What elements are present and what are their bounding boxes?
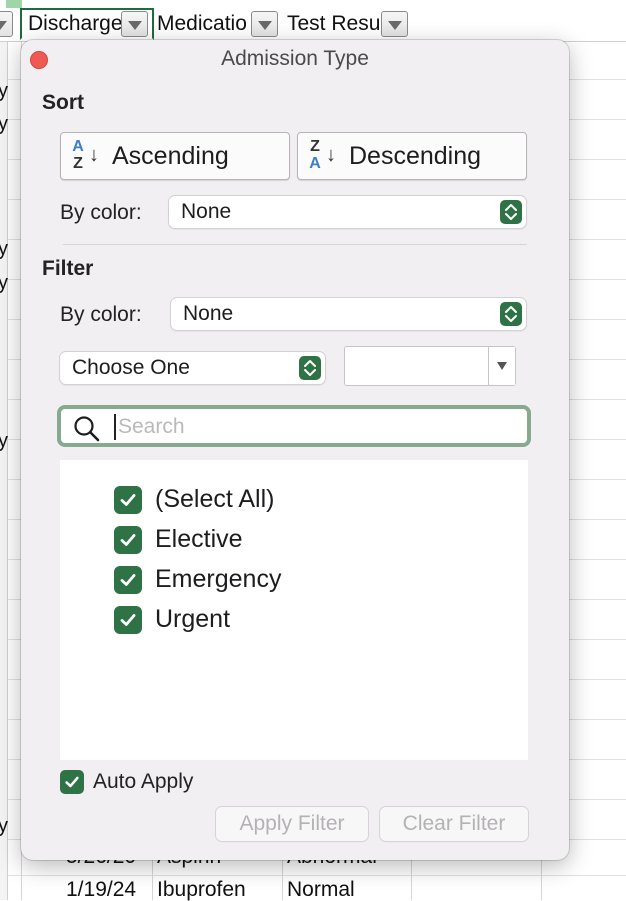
list-item-label: (Select All) (155, 485, 275, 513)
sort-descending-label: Descending (349, 141, 482, 170)
clear-filter-button[interactable]: Clear Filter (380, 807, 528, 841)
sort-by-color-value: None (181, 200, 232, 223)
sort-ascending-icon: A Z ↓ (72, 138, 99, 172)
search-input[interactable] (114, 414, 514, 440)
list-item-label: Elective (155, 525, 243, 553)
cell-fragment: y (0, 238, 8, 260)
filter-by-color-value: None (183, 302, 234, 325)
popover-title: Admission Type (221, 47, 369, 70)
checkbox-checked-icon[interactable] (60, 770, 84, 794)
apply-filter-button[interactable]: Apply Filter (216, 807, 368, 841)
search-icon (74, 416, 100, 442)
list-item-elective[interactable]: Elective (114, 525, 243, 554)
filter-section-label: Filter (42, 257, 94, 280)
table-cell[interactable]: Normal (287, 879, 355, 901)
chevron-down-icon[interactable] (488, 347, 515, 385)
sort-ascending-label: Ascending (112, 141, 229, 170)
auto-apply-checkbox[interactable]: Auto Apply (60, 770, 193, 794)
filter-by-color-label: By color: (60, 303, 142, 326)
section-divider (63, 244, 527, 245)
filter-dropdown-button[interactable] (121, 11, 148, 37)
list-item-urgent[interactable]: Urgent (114, 605, 230, 634)
list-item-emergency[interactable]: Emergency (114, 565, 281, 594)
condition-value-combobox[interactable] (344, 346, 516, 386)
filter-values-list: (Select All) Elective Emergency Urgent (60, 460, 528, 760)
column-header-medication[interactable]: Medicatio (151, 8, 251, 40)
search-field[interactable] (57, 405, 531, 447)
table-cell[interactable]: Ibuprofen (157, 879, 246, 901)
filter-dropdown-button[interactable] (251, 11, 278, 37)
column-header-label: Medicatio (157, 12, 247, 35)
checkbox-checked-icon[interactable] (114, 485, 142, 514)
list-item-select-all[interactable]: (Select All) (114, 485, 274, 514)
table-cell[interactable]: 1/19/24 (66, 879, 136, 901)
column-header-label: Test Resu (287, 12, 381, 35)
column-header-row: Discharge Medicatio Test Resu (0, 0, 626, 42)
filter-dropdown-button[interactable] (0, 11, 13, 37)
stepper-icon (500, 302, 522, 326)
checkbox-checked-icon[interactable] (114, 605, 142, 634)
stepper-icon (299, 356, 321, 380)
cell-fragment: y (0, 272, 8, 294)
filter-by-color-select[interactable]: None (171, 298, 526, 330)
cell-fragment: y (0, 80, 8, 102)
sort-by-color-select[interactable]: None (169, 196, 526, 228)
sort-ascending-button[interactable]: A Z ↓ Ascending (60, 132, 290, 180)
list-item-label: Urgent (155, 605, 231, 633)
sort-section-label: Sort (42, 91, 84, 114)
condition-select[interactable]: Choose One (60, 352, 325, 384)
auto-apply-label: Auto Apply (93, 770, 194, 793)
sort-descending-button[interactable]: Z A ↓ Descending (297, 132, 527, 180)
stepper-icon (500, 200, 522, 224)
cell-fragment: y (0, 430, 8, 452)
list-item-label: Emergency (155, 565, 282, 593)
filter-popover: Admission Type Sort A Z ↓ Ascending Z A … (21, 40, 569, 860)
checkbox-checked-icon[interactable] (114, 565, 142, 594)
selection-marker (6, 0, 22, 8)
condition-value: Choose One (72, 356, 190, 379)
cell-fragment: y (0, 113, 8, 135)
column-header-test-results[interactable]: Test Resu (281, 8, 381, 40)
cell-fragment: y (0, 815, 8, 837)
sort-by-color-label: By color: (60, 201, 142, 224)
sort-descending-icon: Z A ↓ (309, 138, 336, 172)
column-header-label: Discharge (28, 12, 123, 35)
filter-dropdown-button[interactable] (381, 11, 408, 37)
checkbox-checked-icon[interactable] (114, 525, 142, 554)
